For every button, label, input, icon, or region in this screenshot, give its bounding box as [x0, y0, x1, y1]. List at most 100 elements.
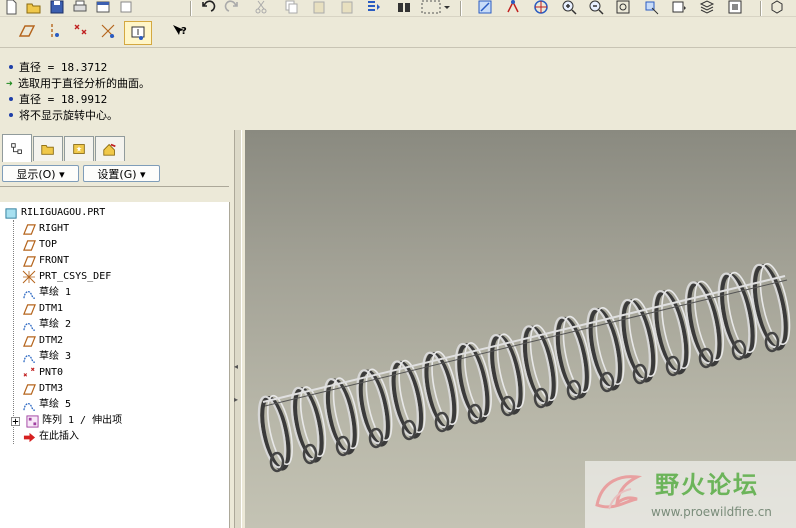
paste-icon[interactable]: [308, 0, 330, 16]
message-bullet-icon: [9, 113, 13, 117]
collapse-left-icon[interactable]: ◂: [234, 362, 238, 371]
tree-item[interactable]: RIGHT: [22, 221, 69, 237]
tree-item[interactable]: PNT0: [22, 365, 63, 381]
tree-item-label: PNT0: [39, 367, 64, 378]
sketch-icon: [22, 286, 36, 300]
history-icon: [103, 143, 116, 156]
find-icon[interactable]: [393, 0, 415, 16]
selection-box-icon[interactable]: [418, 0, 452, 16]
saved-views-icon[interactable]: [668, 0, 690, 16]
tree-item[interactable]: 阵列 1 / 伸出项: [8, 413, 122, 429]
chevron-down-icon: ▾: [140, 168, 146, 181]
datum-plane-icon: [22, 254, 36, 268]
message-text: 将不显示旋转中心。: [19, 109, 118, 122]
save-icon[interactable]: [46, 0, 68, 16]
tree-item[interactable]: 草绘 2: [22, 317, 71, 333]
tab-history[interactable]: [95, 136, 125, 161]
datum-plane-icon: [22, 222, 36, 236]
tree-root-label: RILIGUAGOU.PRT: [21, 207, 106, 218]
cut-icon[interactable]: [250, 0, 272, 16]
tree-item-label: TOP: [39, 239, 58, 250]
message-line: 直径 = 18.9912: [6, 92, 107, 108]
csys-display-icon[interactable]: [97, 22, 119, 40]
insert-here-icon: [22, 430, 36, 444]
settings-dropdown[interactable]: 设置(G) ▾: [83, 165, 160, 182]
message-line: ➜ 选取用于直径分析的曲面。: [6, 76, 150, 92]
message-text: 直径 = 18.9912: [19, 93, 108, 106]
zoom-out-icon[interactable]: [585, 0, 607, 16]
tab-folder-browser[interactable]: [33, 136, 63, 161]
context-help-icon[interactable]: ?: [168, 22, 190, 40]
tree-item-label: DTM1: [39, 303, 64, 314]
copy-icon[interactable]: [280, 0, 302, 16]
model-tree: RILIGUAGOU.PRT RIGHT TOP FRONT PRT_CSYS_DEF…: [0, 202, 230, 528]
model-tree-icon: [11, 142, 22, 154]
watermark-title: 野火论坛: [655, 471, 759, 499]
undo-icon[interactable]: [196, 0, 218, 16]
folder-icon: [41, 145, 54, 155]
datum-plane-display-icon[interactable]: [16, 22, 38, 40]
tree-item[interactable]: 草绘 5: [22, 397, 71, 413]
spin-center-icon[interactable]: [502, 0, 524, 16]
chevron-down-icon: ▾: [59, 168, 65, 181]
message-area: 直径 = 18.3712 ➜ 选取用于直径分析的曲面。 直径 = 18.9912 …: [0, 47, 796, 130]
tree-item[interactable]: FRONT: [22, 253, 69, 269]
datum-plane-icon: [22, 302, 36, 316]
tree-item-label: FRONT: [39, 255, 70, 266]
part-icon: [4, 206, 18, 220]
tree-item[interactable]: DTM3: [22, 381, 63, 397]
tree-item[interactable]: DTM1: [22, 301, 63, 317]
tree-item[interactable]: 在此插入: [22, 429, 79, 445]
repaint-icon[interactable]: [474, 0, 496, 16]
datum-plane-icon: [22, 334, 36, 348]
sketch-icon: [22, 350, 36, 364]
splitter-bar[interactable]: [234, 130, 242, 528]
message-line: 将不显示旋转中心。: [6, 108, 118, 124]
tree-item-label: DTM3: [39, 383, 64, 394]
tree-options-bar: 显示(O) ▾ 设置(G) ▾: [0, 163, 231, 185]
message-line: 直径 = 18.3712: [6, 60, 107, 76]
tree-item-label: 草绘 5: [39, 399, 72, 410]
layers-icon[interactable]: [696, 0, 718, 16]
display-style-icon[interactable]: [766, 0, 788, 16]
new-file-icon[interactable]: [0, 0, 22, 16]
tree-item[interactable]: PRT_CSYS_DEF: [22, 269, 111, 285]
show-dropdown[interactable]: 显示(O) ▾: [2, 165, 79, 182]
orient-mode-icon[interactable]: [530, 0, 552, 16]
navigator-panel: 显示(O) ▾ 设置(G) ▾ RILIGUAGOU.PRT RIGHT TOP F…: [0, 130, 231, 528]
settings-label: 设置(G): [97, 168, 137, 181]
tree-item-label: PRT_CSYS_DEF: [39, 271, 112, 282]
regenerate-icon[interactable]: [363, 0, 385, 16]
paste-special-icon[interactable]: [336, 0, 358, 16]
csys-icon: [22, 270, 36, 284]
datum-point-display-icon[interactable]: [70, 22, 92, 40]
sketch-icon: [22, 318, 36, 332]
print-icon[interactable]: [69, 0, 91, 16]
tab-favorites[interactable]: [64, 136, 94, 161]
tree-item-label: 草绘 1: [39, 287, 72, 298]
zoom-in-icon[interactable]: [558, 0, 580, 16]
pattern-icon: [25, 414, 39, 428]
expand-plus-icon[interactable]: [8, 414, 22, 428]
refit-icon[interactable]: [612, 0, 634, 16]
open-folder-icon[interactable]: [23, 0, 45, 16]
reorient-icon[interactable]: [640, 0, 662, 16]
view-manager-icon[interactable]: [724, 0, 746, 16]
tree-item[interactable]: 草绘 3: [22, 349, 71, 365]
close-window-icon[interactable]: [115, 0, 137, 16]
sketch-icon: [22, 398, 36, 412]
tree-item[interactable]: 草绘 1: [22, 285, 71, 301]
window-icon[interactable]: [92, 0, 114, 16]
tree-item[interactable]: DTM2: [22, 333, 63, 349]
tree-root[interactable]: RILIGUAGOU.PRT: [4, 205, 105, 221]
tree-item[interactable]: TOP: [22, 237, 57, 253]
datum-axis-display-icon[interactable]: [43, 22, 65, 40]
tab-model-tree[interactable]: [2, 134, 32, 162]
redo-icon[interactable]: [222, 0, 244, 16]
tree-item-label: RIGHT: [39, 223, 70, 234]
message-text: 直径 = 18.3712: [19, 61, 108, 74]
message-arrow-icon: ➜: [6, 77, 13, 90]
expand-right-icon[interactable]: ▸: [234, 395, 238, 404]
panel-splitter[interactable]: ◂ ▸: [231, 130, 245, 528]
spin-center-display-icon[interactable]: [124, 21, 152, 45]
